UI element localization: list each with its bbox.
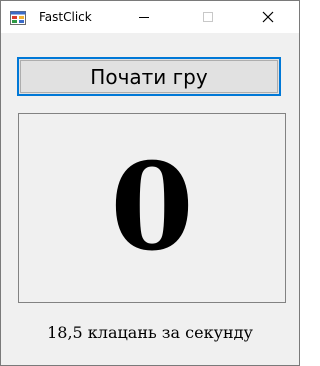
minimize-button[interactable] [121,1,167,33]
click-counter-value: 0 [110,137,194,278]
app-window: FastClick Почати гру 0 18,5 клацань за с… [0,0,300,366]
minimize-icon [139,17,149,18]
client-area: Почати гру 0 18,5 клацань за секунду [1,33,299,365]
window-title: FastClick [39,10,92,24]
maximize-button[interactable] [185,1,231,33]
title-bar[interactable]: FastClick [1,1,299,33]
clicks-per-second-label: 18,5 клацань за секунду [47,323,253,342]
maximize-icon [203,12,213,22]
start-game-button-label: Почати гру [90,64,208,89]
close-icon [262,11,274,23]
app-icon[interactable] [10,10,26,25]
close-button[interactable] [245,1,291,33]
start-game-button[interactable]: Почати гру [17,57,281,96]
click-counter-panel[interactable]: 0 [18,113,286,303]
